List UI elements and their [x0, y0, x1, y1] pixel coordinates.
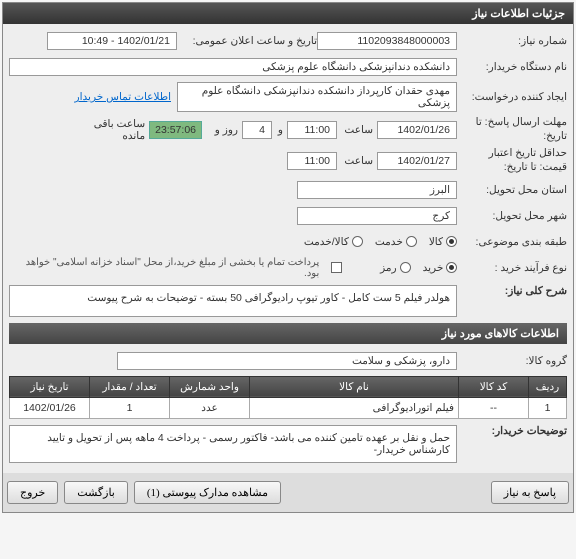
details-panel: جزئیات اطلاعات نیاز شماره نیاز: 11020938… [2, 2, 574, 513]
button-bar: پاسخ به نیاز مشاهده مدارک پیوستی (1) باز… [3, 473, 573, 512]
value-deadline-date: 1402/01/26 [377, 121, 457, 139]
row-city: شهر محل تحویل: کرج [9, 205, 567, 227]
cell-qty: 1 [90, 397, 170, 418]
value-valid-date: 1402/01/27 [377, 152, 457, 170]
value-deadline-time: 11:00 [287, 121, 337, 139]
label-valid-time: ساعت [337, 155, 377, 167]
value-request-no: 1102093848000003 [317, 32, 457, 50]
panel-body: شماره نیاز: 1102093848000003 تاریخ و ساع… [3, 24, 573, 473]
label-group: گروه کالا: [457, 355, 567, 367]
value-buyer-device: دانشکده دندانپزشکی دانشگاه علوم پزشکی [9, 58, 457, 76]
radio-kalakhedmat[interactable]: کالا/خدمت [304, 236, 363, 248]
row-process: نوع فرآیند خرید : خرید رمز پرداخت تمام ی… [9, 257, 567, 279]
items-table: ردیف کد کالا نام کالا واحد شمارش تعداد /… [9, 376, 567, 419]
row-category: طبقه بندی موضوعی: کالا خدمت کالا/خدمت [9, 231, 567, 253]
th-unit: واحد شمارش [170, 376, 250, 397]
radio-icon [352, 236, 363, 247]
row-request-no: شماره نیاز: 1102093848000003 تاریخ و ساع… [9, 30, 567, 52]
value-announce-date: 1402/01/21 - 10:49 [47, 32, 177, 50]
row-province: استان محل تحویل: البرز [9, 179, 567, 201]
row-valid-until: حداقل تاریخ اعتبار قیمت: تا تاریخ: 1402/… [9, 147, 567, 174]
cell-unit: عدد [170, 397, 250, 418]
value-province: البرز [297, 181, 457, 199]
label-valid-until: حداقل تاریخ اعتبار قیمت: تا تاریخ: [457, 147, 567, 174]
row-requester: ایجاد کننده درخواست: مهدی حقدان کارپرداز… [9, 82, 567, 112]
label-city: شهر محل تحویل: [457, 210, 567, 222]
radio-kharid[interactable]: خرید [423, 262, 458, 274]
value-main-desc: هولدر فیلم 5 ست کامل - کاور تیوپ رادیوگر… [9, 285, 457, 317]
cell-date: 1402/01/26 [10, 397, 90, 418]
label-deadline: مهلت ارسال پاسخ: تا تاریخ: [457, 116, 567, 143]
exit-button[interactable]: خروج [7, 481, 58, 504]
label-buyer-notes: توضیحات خریدار: [457, 425, 567, 437]
th-date: تاریخ نیاز [10, 376, 90, 397]
value-valid-time: 11:00 [287, 152, 337, 170]
value-group: دارو، پزشکی و سلامت [117, 352, 457, 370]
panel-title: جزئیات اطلاعات نیاز [3, 3, 573, 24]
countdown-timer: 23:57:06 [149, 121, 202, 139]
cell-code: -- [459, 397, 529, 418]
radio-icon [406, 236, 417, 247]
radio-remoz[interactable]: رمز [380, 262, 411, 274]
treasury-note: پرداخت تمام یا بخشی از مبلغ خرید،از محل … [9, 257, 319, 279]
label-requester: ایجاد کننده درخواست: [457, 91, 567, 103]
table-row[interactable]: 1 -- فیلم اتورادیوگرافی عدد 1 1402/01/26 [10, 397, 567, 418]
value-requester: مهدی حقدان کارپرداز دانشکده دندانپزشکی د… [177, 82, 457, 112]
label-and: و [272, 124, 287, 136]
checkbox-treasury[interactable] [331, 262, 342, 273]
th-row: ردیف [529, 376, 567, 397]
back-button[interactable]: بازگشت [64, 481, 128, 504]
th-code: کد کالا [459, 376, 529, 397]
radio-group-category: کالا خدمت کالا/خدمت [304, 236, 457, 248]
label-province: استان محل تحویل: [457, 184, 567, 196]
radio-icon [400, 262, 411, 273]
label-remaining: ساعت باقی مانده [69, 118, 149, 142]
cell-row: 1 [529, 397, 567, 418]
label-announce-date: تاریخ و ساعت اعلان عمومی: [177, 35, 317, 47]
label-buyer-device: نام دستگاه خریدار: [457, 61, 567, 73]
th-name: نام کالا [250, 376, 459, 397]
label-process: نوع فرآیند خرید : [457, 262, 567, 274]
value-deadline-days: 4 [242, 121, 272, 139]
row-buyer-notes: توضیحات خریدار: حمل و نقل بر عهده تامین … [9, 425, 567, 463]
label-request-no: شماره نیاز: [457, 35, 567, 47]
radio-icon [446, 236, 457, 247]
value-city: کرج [297, 207, 457, 225]
label-deadline-time: ساعت [337, 124, 377, 136]
row-deadline: مهلت ارسال پاسخ: تا تاریخ: 1402/01/26 سا… [9, 116, 567, 143]
value-buyer-notes: حمل و نقل بر عهده تامین کننده می باشد- ف… [9, 425, 457, 463]
table-header-row: ردیف کد کالا نام کالا واحد شمارش تعداد /… [10, 376, 567, 397]
radio-icon [446, 262, 457, 273]
label-category: طبقه بندی موضوعی: [457, 236, 567, 248]
link-contact-info[interactable]: اطلاعات تماس خریدار [75, 91, 171, 103]
row-buyer-device: نام دستگاه خریدار: دانشکده دندانپزشکی دا… [9, 56, 567, 78]
items-section-header: اطلاعات کالاهای مورد نیاز [9, 323, 567, 344]
reply-button[interactable]: پاسخ به نیاز [491, 481, 569, 504]
radio-group-process: خرید رمز پرداخت تمام یا بخشی از مبلغ خری… [9, 257, 457, 279]
cell-name: فیلم اتورادیوگرافی [250, 397, 459, 418]
radio-kala[interactable]: کالا [429, 236, 457, 248]
row-group: گروه کالا: دارو، پزشکی و سلامت [9, 350, 567, 372]
label-main-desc: شرح کلی نیاز: [457, 285, 567, 297]
attachments-button[interactable]: مشاهده مدارک پیوستی (1) [134, 481, 281, 504]
radio-khedmat[interactable]: خدمت [375, 236, 417, 248]
label-days-and: روز و [202, 124, 242, 136]
th-qty: تعداد / مقدار [90, 376, 170, 397]
row-main-desc: شرح کلی نیاز: هولدر فیلم 5 ست کامل - کاو… [9, 285, 567, 317]
